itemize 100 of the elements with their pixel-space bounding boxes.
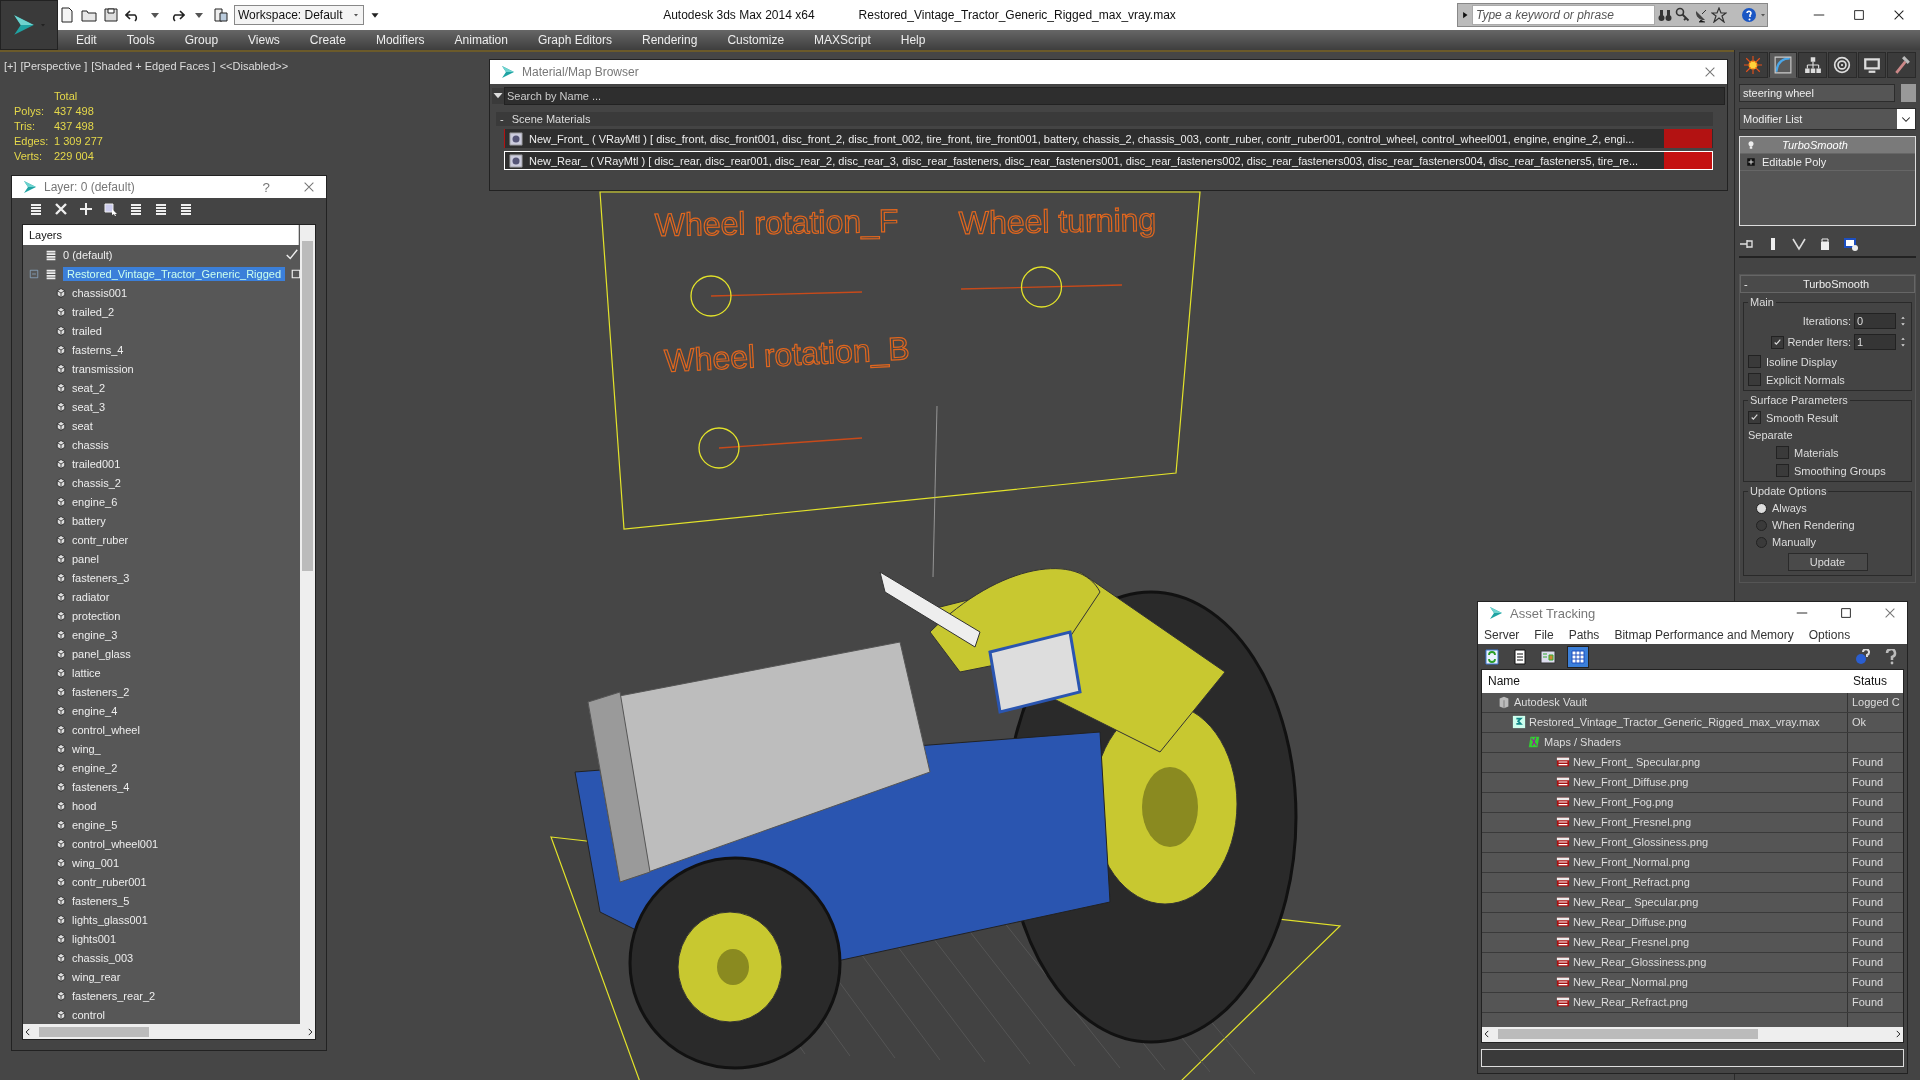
object-name[interactable]: trailed_2 bbox=[72, 305, 115, 318]
object-name[interactable]: protection bbox=[72, 609, 121, 622]
new-file-icon[interactable] bbox=[59, 7, 75, 23]
spinner-down-icon[interactable] bbox=[1899, 342, 1907, 349]
asset-name[interactable]: New_Front_Normal.png bbox=[1573, 856, 1690, 869]
menu-item[interactable]: Rendering bbox=[624, 33, 710, 47]
layer-name[interactable]: 0 (default) bbox=[63, 248, 113, 261]
object-name[interactable]: contr_ruber001 bbox=[72, 875, 147, 888]
material-row[interactable]: New_Front_ ( VRayMtl ) [ disc_front, disc_front001, disc_front_2, disc_front_002, tire_front, tire_front001, battery, chassis_2, chassis_003, contr_ruber, contr_ruber001, control_wheel, control_wheel001, engine, engine_2, engi... bbox=[504, 129, 1713, 148]
object-name[interactable]: lights_glass001 bbox=[72, 913, 148, 926]
layers-add-icon[interactable] bbox=[153, 201, 169, 217]
asset-name[interactable]: New_Rear_Fresnel.png bbox=[1573, 936, 1690, 949]
object-name[interactable]: panel_glass bbox=[72, 647, 131, 660]
checkbox[interactable] bbox=[1776, 464, 1789, 477]
object-name[interactable]: wing_001 bbox=[72, 856, 120, 869]
toolbar-button[interactable] bbox=[1484, 648, 1500, 665]
object-name[interactable]: trailed001 bbox=[72, 457, 121, 470]
object-name[interactable]: fasteners_rear_2 bbox=[72, 989, 156, 1002]
folder-icon[interactable] bbox=[81, 7, 97, 23]
object-name[interactable]: chassis_003 bbox=[72, 951, 134, 964]
layers-settings-icon[interactable] bbox=[178, 201, 194, 217]
object-name[interactable]: wing_rear bbox=[72, 970, 121, 983]
object-name[interactable]: transmission bbox=[72, 362, 134, 375]
menu-item[interactable]: Options bbox=[1808, 627, 1851, 642]
asset-name[interactable]: New_Rear_Diffuse.png bbox=[1573, 916, 1687, 929]
panel-tab[interactable] bbox=[1887, 52, 1917, 78]
maximize-icon[interactable] bbox=[1839, 606, 1853, 621]
update-button[interactable]: Update bbox=[1787, 553, 1868, 571]
object-name[interactable]: fasteners_3 bbox=[72, 571, 130, 584]
column-header[interactable]: Name bbox=[1482, 674, 1847, 689]
asset-name[interactable]: Maps / Shaders bbox=[1544, 736, 1622, 749]
column-header[interactable]: Status bbox=[1847, 674, 1903, 689]
viewport-label[interactable]: [Shaded + Edged Faces ] bbox=[91, 60, 216, 72]
plus-icon[interactable] bbox=[78, 201, 94, 217]
expand-icon[interactable] bbox=[1746, 157, 1756, 167]
object-name[interactable]: hood bbox=[72, 799, 97, 812]
menu-item[interactable]: Help bbox=[882, 33, 938, 47]
layer-name[interactable]: Restored_Vintage_Tractor_Generic_Rigged bbox=[63, 266, 286, 281]
help-globe-icon[interactable] bbox=[1855, 648, 1871, 665]
object-name[interactable]: chassis_2 bbox=[72, 476, 121, 489]
layers-icon[interactable] bbox=[28, 201, 44, 217]
object-name[interactable]: chassis bbox=[72, 438, 109, 451]
toolbar-button[interactable] bbox=[1568, 646, 1588, 667]
toolbar-button[interactable] bbox=[1512, 648, 1528, 665]
spinner-down-icon[interactable] bbox=[1899, 321, 1907, 328]
menu-item[interactable]: Animation bbox=[436, 33, 520, 47]
help-icon[interactable] bbox=[1883, 648, 1899, 665]
help-icon[interactable] bbox=[1741, 7, 1757, 23]
asset-name[interactable]: Restored_Vintage_Tractor_Generic_Rigged_max_vray.max bbox=[1529, 716, 1820, 729]
object-name[interactable]: control_wheel bbox=[72, 723, 140, 736]
checkbox[interactable] bbox=[1748, 355, 1761, 368]
fork-icon[interactable] bbox=[1791, 236, 1807, 252]
layer-box-icon[interactable] bbox=[290, 267, 303, 280]
viewport-label[interactable]: [+] bbox=[4, 60, 17, 72]
object-name[interactable]: seat_2 bbox=[72, 381, 106, 394]
spinner-up-icon[interactable] bbox=[1899, 314, 1907, 321]
object-name[interactable]: lights001 bbox=[72, 932, 117, 945]
object-name[interactable]: seat_3 bbox=[72, 400, 106, 413]
spinner-up-icon[interactable] bbox=[1899, 335, 1907, 342]
save-icon[interactable] bbox=[103, 7, 119, 23]
menu-item[interactable]: Modifiers bbox=[357, 33, 437, 47]
asset-name[interactable]: New_Front_Diffuse.png bbox=[1573, 776, 1689, 789]
asset-name[interactable]: New_Front_Glossiness.png bbox=[1573, 836, 1709, 849]
slider-knob[interactable] bbox=[690, 275, 732, 317]
object-name[interactable]: seat bbox=[72, 419, 93, 432]
object-name[interactable]: engine_3 bbox=[72, 628, 118, 641]
checkbox[interactable] bbox=[1748, 373, 1761, 386]
menu-item[interactable]: MAXScript bbox=[796, 33, 883, 47]
horizontal-scrollbar[interactable] bbox=[1482, 1026, 1903, 1042]
material-row[interactable]: New_Rear_ ( VRayMtl ) [ disc_rear, disc_rear001, disc_rear_2, disc_rear_3, disc_rear_fasteners, disc_rear_fasteners001, disc_rear_fasteners002, disc_rear_fasteners003, disc_rear_fasteners004, disc_rear_fasteners5, tire_re... bbox=[504, 151, 1713, 170]
render-iters-field[interactable]: 1 bbox=[1854, 334, 1896, 350]
object-name[interactable]: wing_ bbox=[72, 742, 101, 755]
menu-item[interactable]: Edit bbox=[58, 33, 109, 47]
checkbox[interactable] bbox=[1748, 411, 1761, 424]
key-icon[interactable] bbox=[1675, 7, 1691, 23]
panel-tab[interactable] bbox=[1739, 52, 1768, 78]
menu-item[interactable]: Group bbox=[166, 33, 231, 47]
stack-item[interactable]: Editable Poly bbox=[1740, 154, 1915, 171]
iterations-field[interactable]: 0 bbox=[1854, 313, 1896, 329]
slider-knob[interactable] bbox=[1020, 266, 1063, 308]
menu-item[interactable]: Paths bbox=[1568, 627, 1600, 642]
workspace-dropdown[interactable]: Workspace: Default bbox=[234, 5, 364, 25]
panel-tab[interactable] bbox=[1857, 52, 1887, 78]
object-name[interactable]: chassis001 bbox=[72, 286, 128, 299]
object-name[interactable]: battery bbox=[72, 514, 106, 527]
menu-item[interactable]: Tools bbox=[108, 33, 167, 47]
object-name[interactable]: control_wheel001 bbox=[72, 837, 159, 850]
asset-name[interactable]: New_Rear_Refract.png bbox=[1573, 996, 1688, 1009]
asset-name[interactable]: New_Rear_Glossiness.png bbox=[1573, 956, 1707, 969]
radio-button[interactable] bbox=[1756, 519, 1767, 531]
asset-name[interactable]: New_Rear_ Specular.png bbox=[1573, 896, 1699, 909]
object-name-field[interactable]: steering wheel bbox=[1739, 84, 1895, 102]
object-name[interactable]: fasteners_5 bbox=[72, 894, 130, 907]
menu-item[interactable]: Bitmap Performance and Memory bbox=[1614, 627, 1794, 642]
asset-name[interactable]: New_Rear_Normal.png bbox=[1573, 976, 1688, 989]
menu-item[interactable]: Views bbox=[230, 33, 292, 47]
menu-item[interactable]: Graph Editors bbox=[519, 33, 624, 47]
object-name[interactable]: engine_4 bbox=[72, 704, 118, 717]
viewport-label[interactable]: <<Disabled>> bbox=[219, 60, 289, 72]
asset-name[interactable]: Autodesk Vault bbox=[1514, 696, 1588, 709]
